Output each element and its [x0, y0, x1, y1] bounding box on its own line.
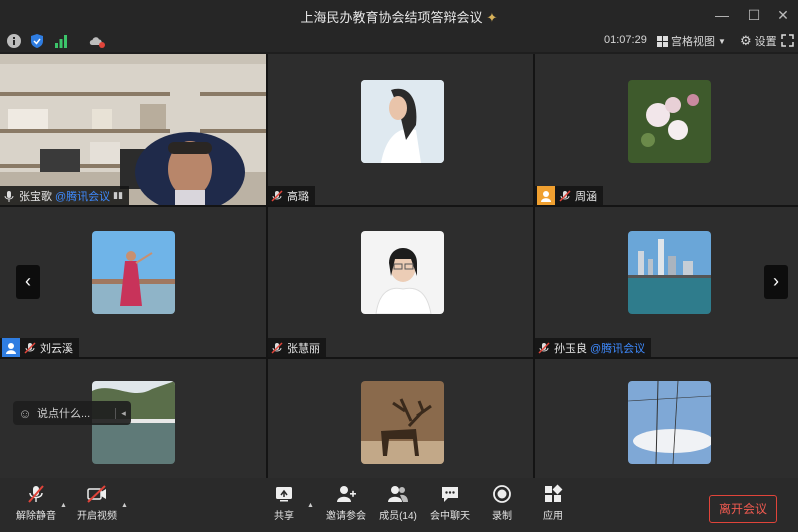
unmute-label: 解除静音	[16, 511, 56, 522]
meeting-title: 上海民办教育协会结项答辩会议	[300, 10, 483, 25]
meeting-toolbar: 解除静音 ▲ 开启视频 ▲ 共享 ▲ 邀请参会 成员(14) 会中聊天 录制 应…	[0, 478, 798, 532]
participant-video	[0, 54, 266, 205]
participant-name: 张慧丽	[287, 342, 320, 355]
view-mode-button[interactable]: 宫格视图 ▼	[657, 33, 726, 49]
signal-bars-icon: ▮▮	[113, 190, 124, 200]
microphone-icon	[4, 190, 14, 202]
participant-nametag: 张慧丽	[268, 338, 326, 357]
apps-icon	[545, 484, 563, 502]
microphone-muted-icon	[24, 341, 36, 354]
minimize-button[interactable]: —	[711, 4, 733, 26]
participant-tile[interactable]	[268, 359, 533, 478]
maximize-button[interactable]: ☐	[743, 4, 765, 26]
meeting-info-bar: 01:07:29 宫格视图 ▼ ⚙ 设置	[0, 30, 798, 52]
participant-nametag: 周涵	[535, 186, 603, 205]
chevron-left-icon: ‹	[25, 271, 31, 291]
leave-meeting-button[interactable]: 离开会议	[709, 495, 777, 523]
participant-tile[interactable]: 张慧丽	[268, 207, 533, 357]
participant-avatar	[361, 381, 444, 464]
participant-tile[interactable]	[535, 359, 798, 478]
collapse-icon[interactable]: ◂	[115, 407, 131, 419]
participant-avatar	[628, 80, 711, 163]
participant-org: @腾讯会议	[55, 190, 111, 203]
microphone-muted-icon	[559, 189, 571, 202]
participant-name: 周涵	[575, 190, 597, 203]
quick-chat-input[interactable]: ☺ 说点什么... ◂	[13, 401, 131, 425]
start-video-label: 开启视频	[77, 511, 117, 522]
invite-button[interactable]: 邀请参会	[325, 484, 367, 522]
shield-icon[interactable]	[30, 33, 44, 49]
microphone-muted-icon	[538, 341, 550, 354]
share-label: 共享	[274, 511, 294, 522]
add-user-icon	[337, 486, 356, 502]
participant-nametag: 张宝歌 @腾讯会议 ▮▮	[0, 186, 130, 205]
participant-tile[interactable]: 张宝歌 @腾讯会议 ▮▮	[0, 54, 266, 205]
meeting-timer: 01:07:29	[604, 34, 647, 46]
settings-button[interactable]: ⚙ 设置	[740, 33, 777, 49]
participant-org: @腾讯会议	[590, 342, 646, 355]
sparkle-icon: ✦	[486, 10, 498, 25]
title-bar: 上海民办教育协会结项答辩会议 ✦ — ☐ ✕	[0, 0, 798, 30]
microphone-muted-icon	[28, 485, 44, 503]
apps-label: 应用	[543, 511, 563, 522]
cohost-badge-icon	[2, 338, 20, 357]
participant-tile[interactable]: 周涵	[535, 54, 798, 205]
signal-icon[interactable]	[54, 33, 68, 49]
camera-off-icon	[87, 485, 106, 503]
caret-up-icon[interactable]: ▲	[121, 502, 128, 509]
participant-avatar	[361, 231, 444, 314]
participant-name: 刘云溪	[40, 342, 73, 355]
members-button[interactable]: 成员(14)	[378, 484, 418, 522]
chevron-right-icon: ›	[773, 271, 779, 291]
participant-nametag: 刘云溪	[0, 338, 79, 357]
participant-tile[interactable]: 高璐	[268, 54, 533, 205]
view-mode-label: 宫格视图	[671, 36, 715, 48]
members-icon	[388, 486, 408, 502]
start-video-button[interactable]: 开启视频	[77, 484, 117, 522]
participant-avatar	[361, 80, 444, 163]
participant-name: 孙玉良	[554, 342, 587, 355]
share-screen-icon	[276, 487, 292, 502]
microphone-muted-icon	[271, 341, 283, 354]
record-icon	[493, 485, 511, 503]
record-button[interactable]: 录制	[490, 484, 514, 522]
next-page-button[interactable]: ›	[764, 265, 788, 299]
chat-button[interactable]: 会中聊天	[430, 484, 470, 522]
participant-avatar	[628, 231, 711, 314]
chat-placeholder: 说点什么...	[37, 408, 91, 420]
fullscreen-icon[interactable]	[781, 34, 794, 47]
record-label: 录制	[492, 511, 512, 522]
settings-label: 设置	[754, 36, 777, 48]
host-badge-icon	[537, 186, 555, 205]
previous-page-button[interactable]: ‹	[16, 265, 40, 299]
participant-nametag: 高璐	[268, 186, 315, 205]
microphone-muted-icon	[271, 189, 283, 202]
unmute-button[interactable]: 解除静音	[16, 484, 56, 522]
invite-label: 邀请参会	[326, 511, 366, 522]
caret-up-icon[interactable]: ▲	[60, 502, 67, 509]
caret-up-icon[interactable]: ▲	[307, 502, 314, 509]
participant-tile[interactable]: 孙玉良 @腾讯会议	[535, 207, 798, 357]
chevron-down-icon: ▼	[718, 36, 726, 46]
participant-avatar	[628, 381, 711, 464]
participant-nametag: 孙玉良 @腾讯会议	[535, 338, 652, 357]
info-icon[interactable]	[6, 33, 22, 49]
participant-name: 张宝歌	[19, 190, 52, 203]
emoji-icon[interactable]: ☺	[13, 406, 37, 421]
participant-avatar	[92, 231, 175, 314]
members-label: 成员(14)	[379, 511, 417, 522]
gear-icon: ⚙	[740, 33, 752, 48]
close-button[interactable]: ✕	[772, 4, 794, 26]
apps-button[interactable]: 应用	[541, 484, 565, 522]
participant-name: 高璐	[287, 190, 309, 203]
cloud-record-icon[interactable]	[88, 33, 106, 49]
grid-view-icon	[657, 35, 668, 47]
share-button[interactable]: 共享	[272, 484, 296, 522]
chat-label: 会中聊天	[430, 511, 470, 522]
chat-bubble-icon	[442, 487, 458, 502]
window-title: 上海民办教育协会结项答辩会议 ✦	[0, 7, 798, 26]
